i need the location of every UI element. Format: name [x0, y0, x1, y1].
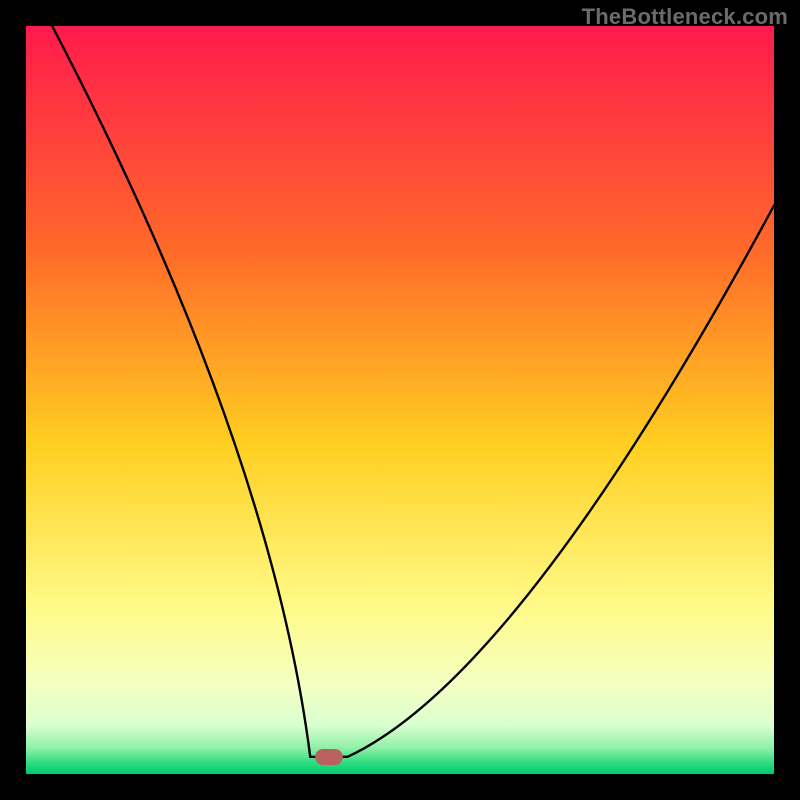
chart-frame: TheBottleneck.com — [0, 0, 800, 800]
optimal-point-marker — [315, 749, 343, 765]
chart-plot-area — [26, 26, 774, 774]
watermark-text: TheBottleneck.com — [582, 4, 788, 30]
chart-svg — [26, 26, 774, 774]
